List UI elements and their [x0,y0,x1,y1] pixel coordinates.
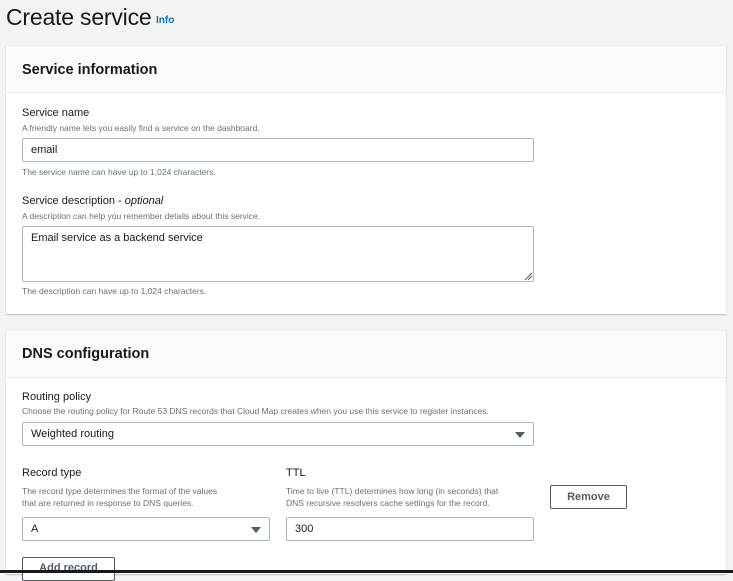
service-description-label-text: Service description - [22,195,122,207]
service-description-hint: The description can have up to 1,024 cha… [22,286,207,296]
service-name-label: Service name [22,107,90,119]
service-description-textarea[interactable]: Email service as a backend service [22,226,534,282]
record-type-select[interactable]: A [22,517,270,541]
info-link[interactable]: Info [156,15,174,26]
optional-tag: optional [124,195,164,207]
add-record-button[interactable]: Add record [22,557,115,581]
service-name-hint: The service name can have up to 1,024 ch… [22,167,216,177]
ttl-description-line2: DNS recursive resolvers cache settings f… [286,498,490,508]
dns-configuration-title: DNS configuration [22,346,150,362]
remove-record-button[interactable]: Remove [550,485,627,509]
dns-configuration-header: DNS configuration [6,331,726,378]
service-description-description: A description can help you remember deta… [22,211,261,221]
service-information-title: Service information [22,62,158,78]
caret-down-icon [251,527,261,533]
page-title: Create service [6,4,152,30]
routing-policy-value: Weighted routing [31,428,114,440]
record-type-value: A [31,523,39,535]
record-type-description-line2: that are returned in response to DNS que… [22,498,194,508]
record-type-label: Record type [22,467,82,479]
routing-policy-description: Choose the routing policy for Route 53 D… [22,406,489,416]
dns-configuration-panel: DNS configuration Routing policy Choose … [6,330,726,581]
service-information-panel: Service information Service name A frien… [6,45,726,314]
resize-handle-icon[interactable] [524,272,532,280]
service-name-description: A friendly name lets you easily find a s… [22,123,260,133]
ttl-input[interactable] [286,517,534,541]
caret-down-icon [515,432,525,438]
routing-policy-select[interactable]: Weighted routing [22,422,534,446]
ttl-description-line1: Time to live (TTL) determines how long (… [286,486,499,496]
service-information-header: Service information [6,46,726,93]
service-name-input[interactable] [22,138,534,162]
routing-policy-label: Routing policy [22,391,92,403]
ttl-label: TTL [286,467,306,479]
record-type-description-line1: The record type determines the format of… [22,486,218,496]
service-description-label: Service description - optional [22,195,163,207]
